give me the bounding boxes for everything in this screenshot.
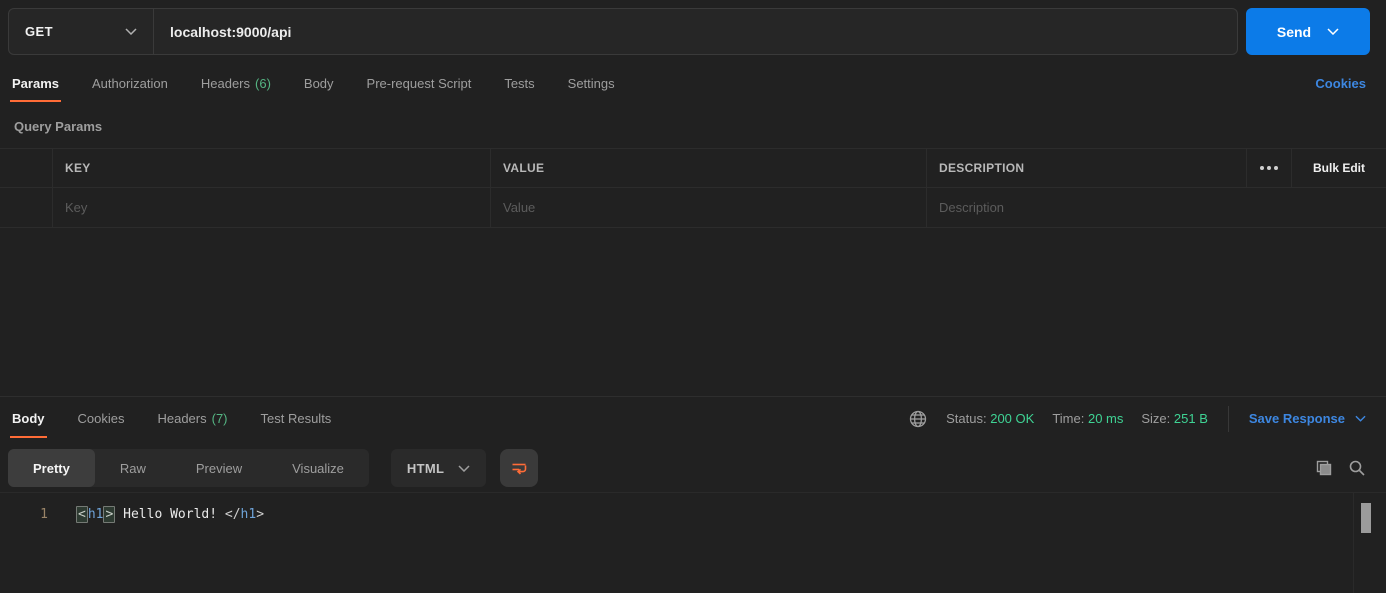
wrap-lines-icon <box>510 459 528 477</box>
url-control: GET <box>8 8 1238 55</box>
network-globe-icon[interactable] <box>908 409 928 429</box>
response-tab-test-results[interactable]: Test Results <box>259 397 334 440</box>
view-preview-button[interactable]: Preview <box>171 449 267 487</box>
view-raw-button[interactable]: Raw <box>95 449 171 487</box>
tab-body[interactable]: Body <box>302 63 336 104</box>
time-badge: Time: 20 ms <box>1052 411 1124 426</box>
url-input[interactable] <box>154 9 1237 54</box>
line-number: 1 <box>40 507 48 522</box>
param-key-input[interactable] <box>65 200 490 215</box>
column-header-key: KEY <box>52 149 490 187</box>
response-tab-headers[interactable]: Headers (7) <box>155 397 229 440</box>
method-label: GET <box>25 24 53 39</box>
meta-divider <box>1227 405 1229 432</box>
chevron-down-icon <box>125 28 137 35</box>
tab-settings[interactable]: Settings <box>566 63 617 104</box>
row-checkbox-cell <box>0 188 52 227</box>
search-button[interactable] <box>1348 459 1366 477</box>
tab-authorization[interactable]: Authorization <box>90 63 170 104</box>
view-visualize-button[interactable]: Visualize <box>267 449 369 487</box>
scrollbar-track[interactable] <box>1353 492 1386 593</box>
view-mode-switch: Pretty Raw Preview Visualize <box>8 449 369 487</box>
request-bar: GET Send <box>8 8 1370 55</box>
param-description-input[interactable] <box>939 200 1386 215</box>
response-tab-cookies[interactable]: Cookies <box>76 397 127 440</box>
more-options-button[interactable] <box>1246 149 1291 187</box>
tab-tests[interactable]: Tests <box>502 63 536 104</box>
table-header-row: KEY VALUE DESCRIPTION Bulk Edit <box>0 148 1386 187</box>
request-tabs: Params Authorization Headers (6) Body Pre… <box>0 63 1386 104</box>
code-line: 1 < h1 > Hello World! </h1> <box>0 493 1386 524</box>
method-dropdown[interactable]: GET <box>9 9 154 54</box>
response-tab-body[interactable]: Body <box>10 397 47 440</box>
chevron-down-icon <box>1355 415 1366 422</box>
status-badge: Status: 200 OK <box>946 411 1035 426</box>
checkbox-column-header <box>0 149 52 187</box>
code-content: < h1 > Hello World! </h1> <box>76 506 265 523</box>
chevron-down-icon[interactable] <box>1327 28 1339 35</box>
cookies-link[interactable]: Cookies <box>1315 63 1366 104</box>
bulk-edit-button[interactable]: Bulk Edit <box>1291 149 1386 187</box>
bracket-highlight: > <box>103 506 116 523</box>
response-headers-count-badge: (7) <box>211 411 228 426</box>
format-label: HTML <box>406 460 445 476</box>
headers-count-badge: (6) <box>255 76 271 91</box>
send-button[interactable]: Send <box>1246 8 1370 55</box>
view-pretty-button[interactable]: Pretty <box>8 449 95 487</box>
tab-headers[interactable]: Headers (6) <box>199 63 273 104</box>
chevron-down-icon <box>458 464 470 472</box>
copy-button[interactable] <box>1315 459 1333 477</box>
response-meta: Status: 200 OK Time: 20 ms Size: 251 B S… <box>908 397 1366 440</box>
response-header: Body Cookies Headers (7) Test Results Sta… <box>0 397 1386 440</box>
query-params-title: Query Params <box>14 119 103 134</box>
scrollbar-thumb[interactable] <box>1361 503 1371 533</box>
send-label: Send <box>1276 23 1312 40</box>
query-params-table: KEY VALUE DESCRIPTION Bulk Edit <box>0 148 1386 228</box>
more-options-icon <box>1260 166 1278 170</box>
toolbar-right <box>1315 459 1366 477</box>
bracket-highlight: < <box>76 506 88 523</box>
param-value-input[interactable] <box>503 200 926 215</box>
api-client-window: GET Send Params Authorization Headers(6)… <box>0 0 1386 593</box>
response-body-viewer: 1 < h1 > Hello World! </h1> <box>0 492 1386 593</box>
tab-params[interactable]: Params <box>10 63 61 104</box>
column-header-description: DESCRIPTION <box>926 149 1246 187</box>
tab-pre-request-script[interactable]: Pre-request Script <box>365 63 474 104</box>
wrap-lines-button[interactable] <box>500 449 539 487</box>
table-row <box>0 187 1386 228</box>
format-dropdown[interactable]: HTML <box>390 449 487 487</box>
response-toolbar: Pretty Raw Preview Visualize HTML <box>8 449 1366 487</box>
save-response-button[interactable]: Save Response <box>1249 411 1366 426</box>
column-header-value: VALUE <box>490 149 926 187</box>
size-badge: Size: 251 B <box>1141 411 1208 426</box>
